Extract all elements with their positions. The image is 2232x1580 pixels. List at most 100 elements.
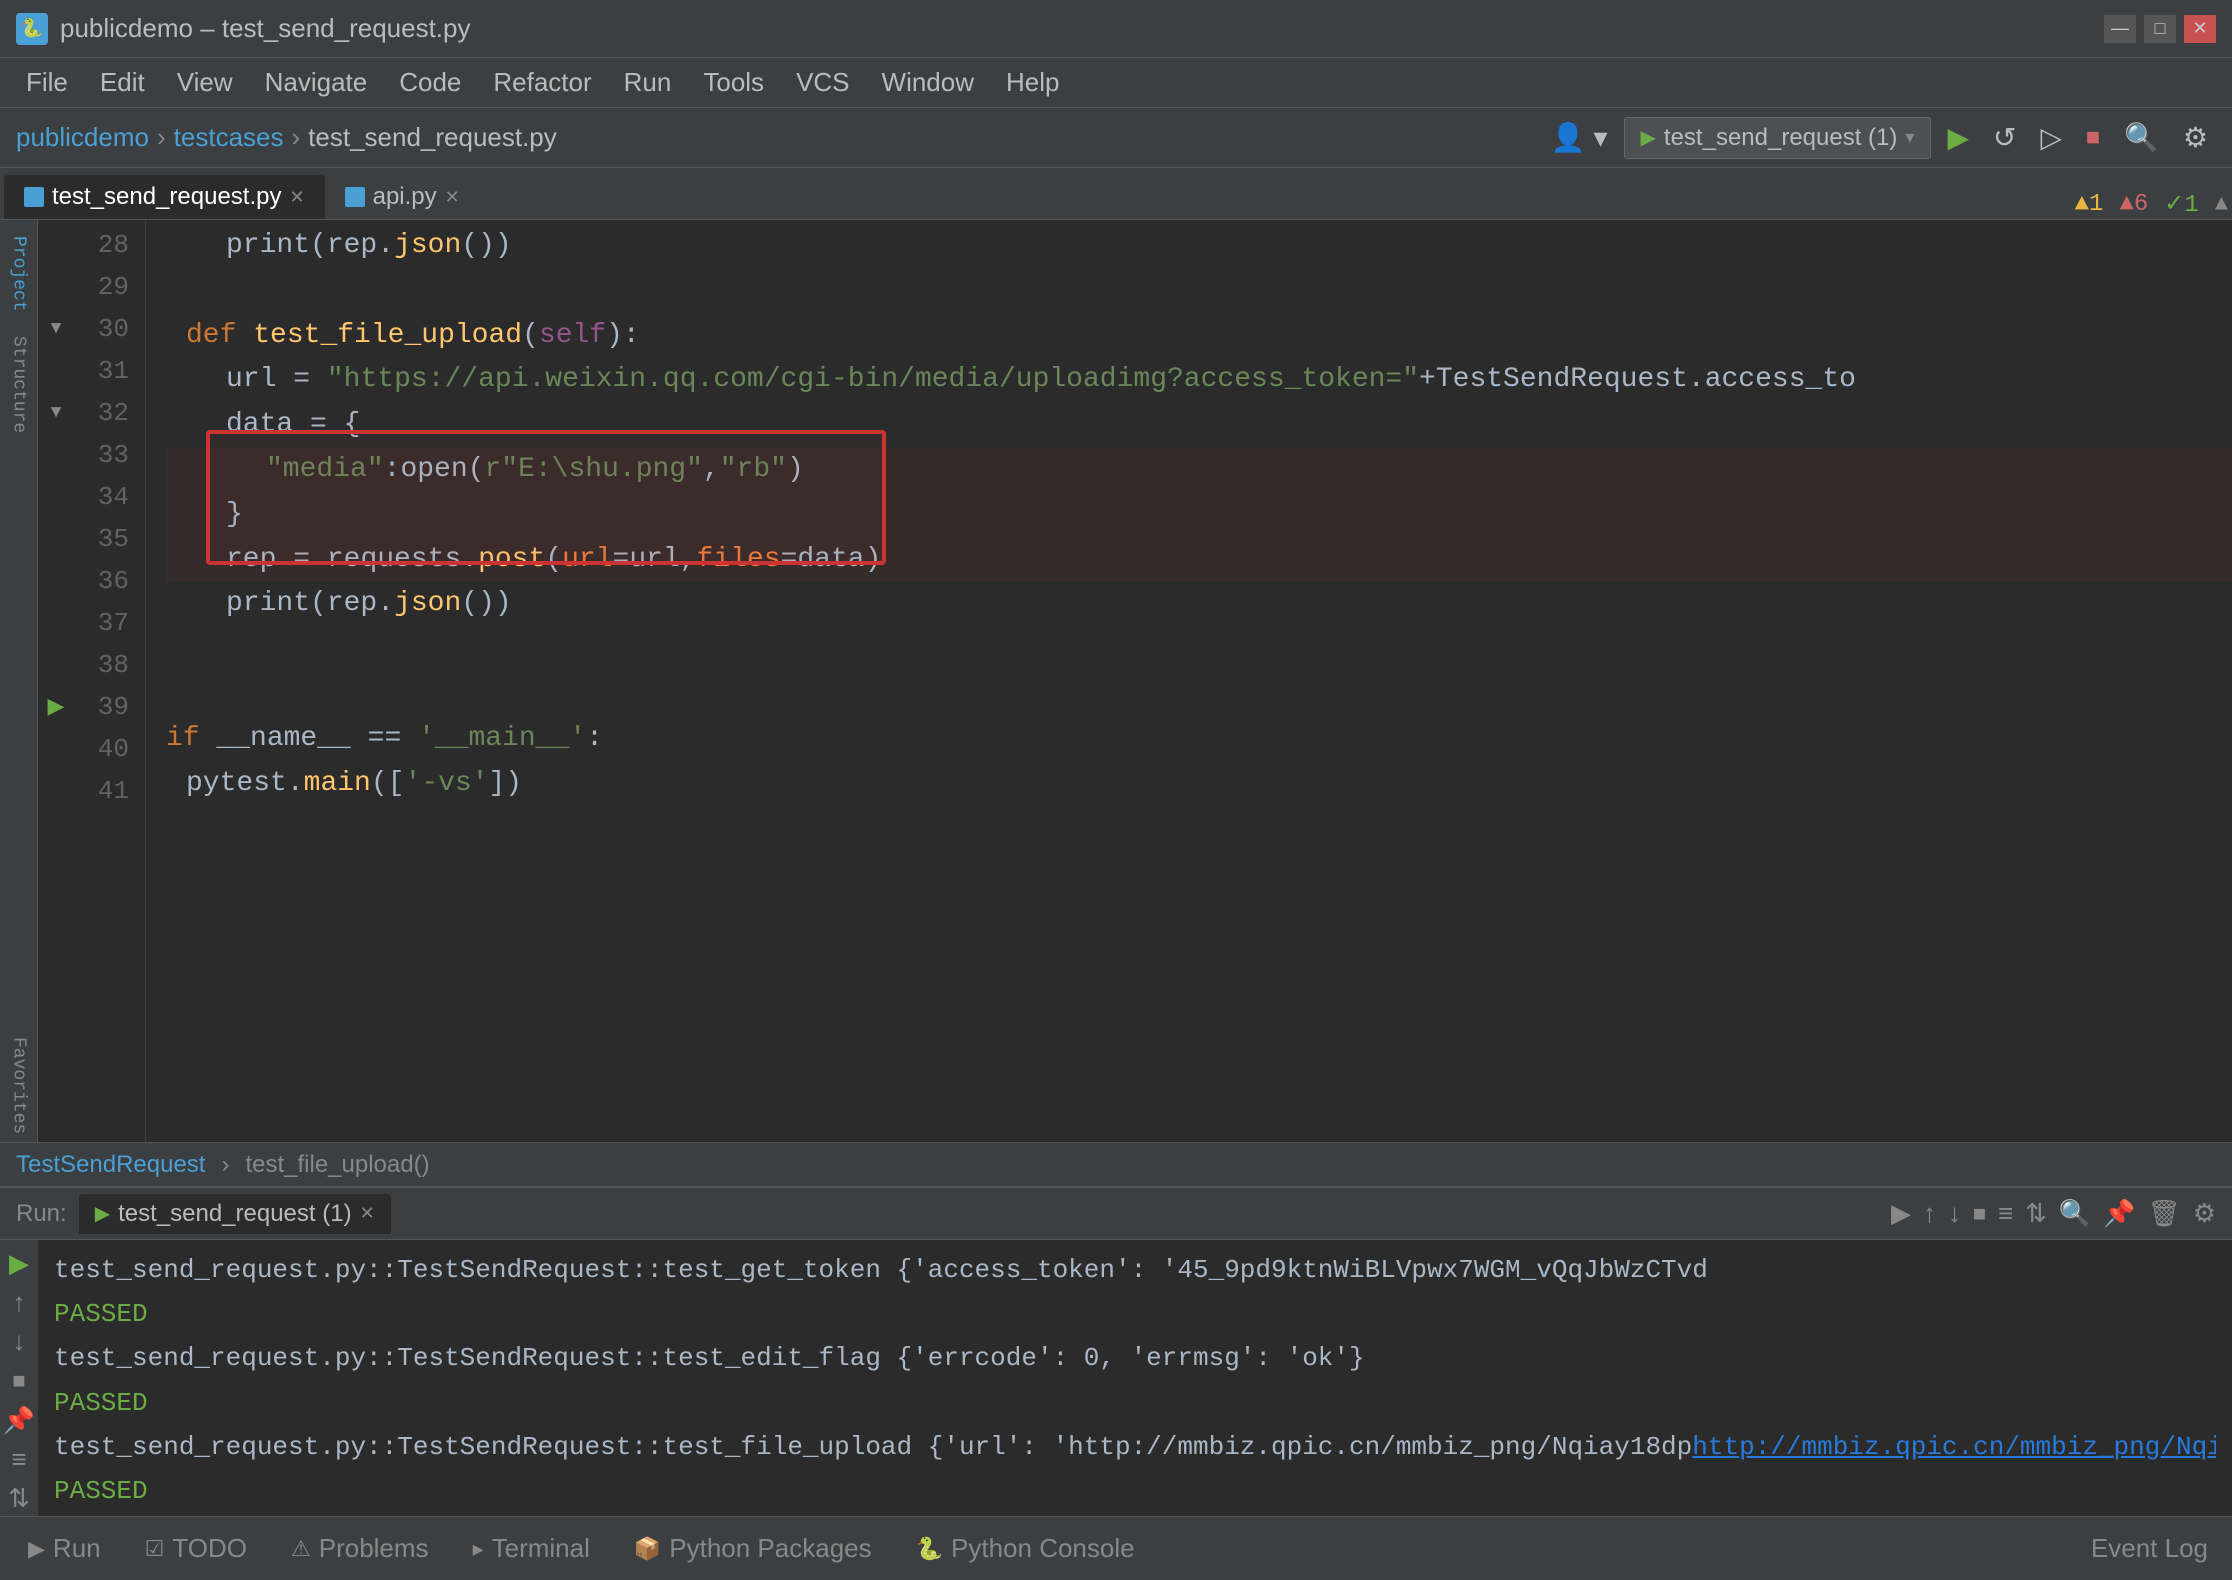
bottom-tab-run[interactable]: ▶ Run bbox=[8, 1525, 121, 1572]
ok-count: ✓1 bbox=[2164, 189, 2199, 219]
error-count: ▲6 bbox=[2119, 191, 2148, 218]
tab-label-active: test_send_request.py bbox=[52, 183, 282, 211]
bottom-tabs: ▶ Run ☑ TODO ⚠ Problems ▸ Terminal 📦 Pyt… bbox=[0, 1516, 2232, 1580]
python-console-icon: 🐍 bbox=[916, 1536, 943, 1562]
profile-button[interactable]: 👤 ▾ bbox=[1543, 117, 1616, 158]
run-config-area: 👤 ▾ ▶ test_send_request (1) ▾ ▶ ↺ ▷ ⏹ 🔍 … bbox=[1543, 117, 2216, 159]
run-clear-button[interactable]: 🗑 bbox=[2148, 1198, 2181, 1230]
bottom-tab-python-console-label: Python Console bbox=[951, 1533, 1135, 1564]
coverage-button[interactable]: ▷ bbox=[2032, 117, 2070, 158]
run-play-button[interactable]: ▶ bbox=[9, 1248, 29, 1279]
run-button[interactable]: ▶ bbox=[1939, 117, 1977, 158]
code-editor[interactable]: ▼ ▼ ▶ 28 29 30 bbox=[38, 220, 2232, 1142]
run-tab-close[interactable]: ✕ bbox=[360, 1203, 375, 1224]
menu-refactor[interactable]: Refactor bbox=[479, 61, 605, 104]
code-line-32: data = { bbox=[166, 403, 2232, 448]
run-up-button[interactable]: ↑ bbox=[13, 1287, 26, 1318]
run-pin-button[interactable]: 📌 bbox=[2103, 1198, 2135, 1230]
event-log-button[interactable]: Event Log bbox=[2075, 1525, 2224, 1572]
menu-file[interactable]: File bbox=[12, 61, 82, 104]
menu-vcs[interactable]: VCS bbox=[782, 61, 863, 104]
close-button[interactable]: ✕ bbox=[2184, 15, 2216, 43]
run-filter-button[interactable]: 🔍 bbox=[2059, 1198, 2091, 1230]
bottom-tab-python-console[interactable]: 🐍 Python Console bbox=[896, 1525, 1155, 1572]
run-sort-side-button[interactable]: ≡ bbox=[11, 1444, 26, 1475]
bottom-tab-terminal-label: Terminal bbox=[492, 1533, 590, 1564]
run-stop-side-button[interactable]: ⏹ bbox=[12, 1365, 25, 1397]
breadcrumb-file[interactable]: test_send_request.py bbox=[308, 122, 557, 153]
project-sidebar-icon[interactable]: Project bbox=[5, 228, 33, 320]
breadcrumb-folder[interactable]: testcases bbox=[174, 122, 284, 153]
tab-close-active[interactable]: ✕ bbox=[290, 187, 305, 208]
problems-icon: ⚠ bbox=[291, 1536, 311, 1562]
output-link[interactable]: http://mmbiz.qpic.cn/mmbiz_png/Nqiay18dp bbox=[1692, 1432, 2216, 1462]
run-tab-label: test_send_request (1) bbox=[118, 1200, 351, 1228]
menu-run[interactable]: Run bbox=[610, 61, 686, 104]
maximize-button[interactable]: □ bbox=[2144, 15, 2176, 43]
run-label: Run: bbox=[16, 1200, 67, 1228]
code-content[interactable]: print(rep.json()) def test_file_upload(s… bbox=[146, 220, 2232, 1142]
code-line-41 bbox=[166, 806, 2232, 851]
run-down-button[interactable]: ↓ bbox=[13, 1326, 26, 1357]
menu-view[interactable]: View bbox=[163, 61, 247, 104]
status-method[interactable]: test_file_upload() bbox=[245, 1151, 429, 1179]
menu-edit[interactable]: Edit bbox=[86, 61, 159, 104]
menu-code[interactable]: Code bbox=[385, 61, 475, 104]
run-panel-header: Run: ▶ test_send_request (1) ✕ ▶ ↑ ↓ ⏹ ≡… bbox=[0, 1188, 2232, 1240]
status-class[interactable]: TestSendRequest bbox=[16, 1151, 205, 1179]
code-line-31: url = "https://api.weixin.qq.com/cgi-bin… bbox=[166, 358, 2232, 403]
tab-api[interactable]: api.py ✕ bbox=[325, 175, 480, 219]
menu-navigate[interactable]: Navigate bbox=[251, 61, 382, 104]
bottom-tab-todo[interactable]: ☑ TODO bbox=[125, 1525, 267, 1572]
menu-help[interactable]: Help bbox=[992, 61, 1073, 104]
code-line-30: def test_file_upload(self): bbox=[166, 314, 2232, 359]
left-sidebar: Project Structure Favorites bbox=[0, 220, 38, 1142]
run-output: test_send_request.py::TestSendRequest::t… bbox=[38, 1240, 2232, 1516]
run-scroll-down-button[interactable]: ↓ bbox=[1948, 1198, 1961, 1230]
run-sort2-button[interactable]: ⇅ bbox=[2025, 1198, 2047, 1230]
warning-indicators: ▲1 ▲6 ✓1 ▲ bbox=[2075, 189, 2228, 219]
tab-label-api: api.py bbox=[373, 183, 437, 211]
favorites-sidebar-icon[interactable]: Favorites bbox=[5, 1029, 33, 1142]
rerun-button[interactable]: ↺ bbox=[1985, 117, 2024, 158]
gutter: ▼ ▼ ▶ bbox=[38, 220, 74, 1142]
tab-test-send-request[interactable]: test_send_request.py ✕ bbox=[4, 175, 325, 219]
run-panel-left-strip: ▶ ↑ ↓ ⏹ 📌 ≡ ⇅ 🗑 bbox=[0, 1240, 38, 1516]
terminal-icon: ▸ bbox=[473, 1536, 484, 1562]
run-config-dropdown[interactable]: ▶ test_send_request (1) ▾ bbox=[1624, 117, 1932, 159]
fold-icon-30: ▼ bbox=[51, 319, 62, 339]
editor-status-bar: TestSendRequest › test_file_upload() bbox=[0, 1142, 2232, 1186]
output-line-3: test_send_request.py::TestSendRequest::t… bbox=[54, 1336, 2216, 1380]
bottom-tab-todo-label: TODO bbox=[172, 1533, 247, 1564]
run-sort-button[interactable]: ≡ bbox=[1998, 1198, 2013, 1230]
tab-close-api[interactable]: ✕ bbox=[445, 187, 460, 208]
code-line-35: rep = requests.post(url=url,files=data) bbox=[166, 538, 2232, 583]
stop-button[interactable]: ⏹ bbox=[2078, 117, 2108, 158]
fold-icon-32: ▼ bbox=[51, 403, 62, 423]
bottom-tab-problems[interactable]: ⚠ Problems bbox=[271, 1525, 449, 1572]
run-scroll-up-button[interactable]: ↑ bbox=[1923, 1198, 1936, 1230]
run-config-label: test_send_request (1) bbox=[1664, 124, 1897, 152]
breadcrumb: publicdemo › testcases › test_send_reque… bbox=[16, 122, 557, 153]
search-everywhere-button[interactable]: 🔍 bbox=[2116, 117, 2167, 158]
title-bar: 🐍 publicdemo – test_send_request.py — □ … bbox=[0, 0, 2232, 58]
breadcrumb-project[interactable]: publicdemo bbox=[16, 122, 149, 153]
menu-window[interactable]: Window bbox=[868, 61, 988, 104]
code-line-36: print(rep.json()) bbox=[166, 582, 2232, 627]
run-sort2-side-button[interactable]: ⇅ bbox=[8, 1483, 30, 1514]
bottom-tab-terminal[interactable]: ▸ Terminal bbox=[453, 1525, 610, 1572]
run-stop-button[interactable]: ⏹ bbox=[1973, 1198, 1986, 1230]
settings-button[interactable]: ⚙ bbox=[2175, 117, 2216, 158]
run-active-tab[interactable]: ▶ test_send_request (1) ✕ bbox=[79, 1194, 391, 1234]
expand-icon[interactable]: ▲ bbox=[2215, 192, 2228, 217]
minimize-button[interactable]: — bbox=[2104, 15, 2136, 43]
structure-sidebar-icon[interactable]: Structure bbox=[5, 328, 33, 441]
editor-tabs: test_send_request.py ✕ api.py ✕ ▲1 ▲6 ✓1… bbox=[0, 168, 2232, 220]
menu-tools[interactable]: Tools bbox=[689, 61, 778, 104]
run-rerun-button[interactable]: ▶ bbox=[1891, 1198, 1911, 1230]
run-pin-side-button[interactable]: 📌 bbox=[3, 1405, 35, 1436]
run-settings-button[interactable]: ⚙ bbox=[2193, 1198, 2216, 1230]
code-line-37 bbox=[166, 627, 2232, 672]
menu-bar: File Edit View Navigate Code Refactor Ru… bbox=[0, 58, 2232, 108]
bottom-tab-python-packages[interactable]: 📦 Python Packages bbox=[614, 1525, 892, 1572]
